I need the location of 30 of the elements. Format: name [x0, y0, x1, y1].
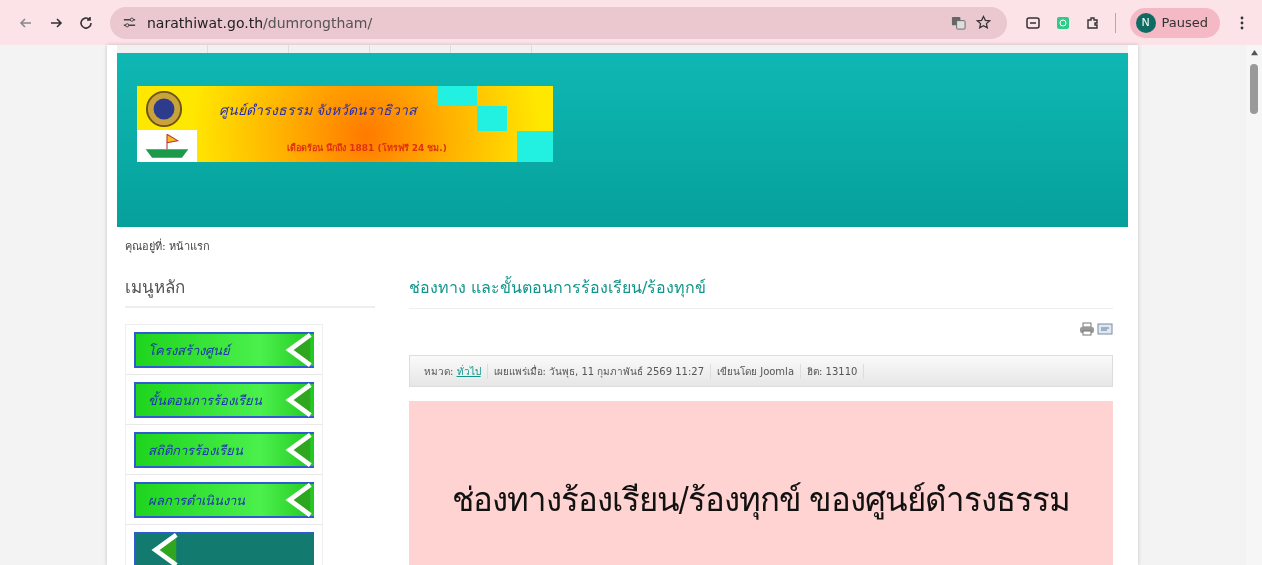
address-bar[interactable]: narathiwat.go.th/dumrongtham/ [110, 6, 1007, 39]
translate-icon[interactable] [950, 15, 966, 30]
menu-item[interactable]: โครงสร้างศูนย์ [134, 332, 314, 368]
breadcrumb: คุณอยู่ที่: หน้าแรก [124, 237, 212, 255]
menu-item[interactable] [134, 532, 314, 565]
boat-logo-icon [137, 130, 197, 162]
star-icon[interactable] [975, 15, 991, 30]
profile-button[interactable]: N Paused [1129, 7, 1220, 38]
print-icon[interactable] [1079, 321, 1095, 337]
reload-icon[interactable] [78, 14, 94, 31]
poster-heading: ช่องทางร้องเรียน/ร้องทุกข์ ของศูนย์ดำรงธรรม [450, 479, 1072, 522]
menu-item[interactable]: ขั้นตอนการร้องเรียน [134, 382, 314, 418]
scroll-up-icon[interactable] [1249, 49, 1259, 56]
scrollbar-thumb[interactable] [1250, 64, 1258, 114]
banner-subtitle: เดือดร้อน นึกถึง 1881 (โทรฟรี 24 ชม.) [287, 141, 447, 155]
sidebar-title: เมนูหลัก [125, 265, 375, 308]
menu-item[interactable]: สถิติการร้องเรียน [134, 432, 314, 468]
site-info-icon [122, 15, 137, 30]
article-info-text: ฮิต: 13110 [801, 363, 865, 379]
banner-title: ศูนย์ดำรงธรรม จังหวัดนราธิวาส [219, 101, 418, 121]
puzzle-icon[interactable] [1084, 14, 1101, 31]
article-title: ช่องทาง และขั้นตอนการร้องเรียน/ร้องทุกข์ [409, 265, 1113, 309]
seal-logo-icon [145, 90, 183, 128]
url-text: narathiwat.go.th/dumrongtham/ [147, 14, 373, 31]
category-link[interactable]: ทั่วไป [456, 365, 481, 377]
article-info-text: เขียนโดย Joomla [711, 363, 801, 379]
chat-extension-icon[interactable] [1024, 14, 1041, 31]
menu-item[interactable]: ผลการดำเนินงาน [134, 482, 314, 518]
category-info: หมวด: ทั่วไป [418, 363, 488, 379]
article-info-text: เผยแพร่เมื่อ: วันพุธ, 11 กุมภาพันธ์ 2569 11:27 [487, 363, 711, 379]
